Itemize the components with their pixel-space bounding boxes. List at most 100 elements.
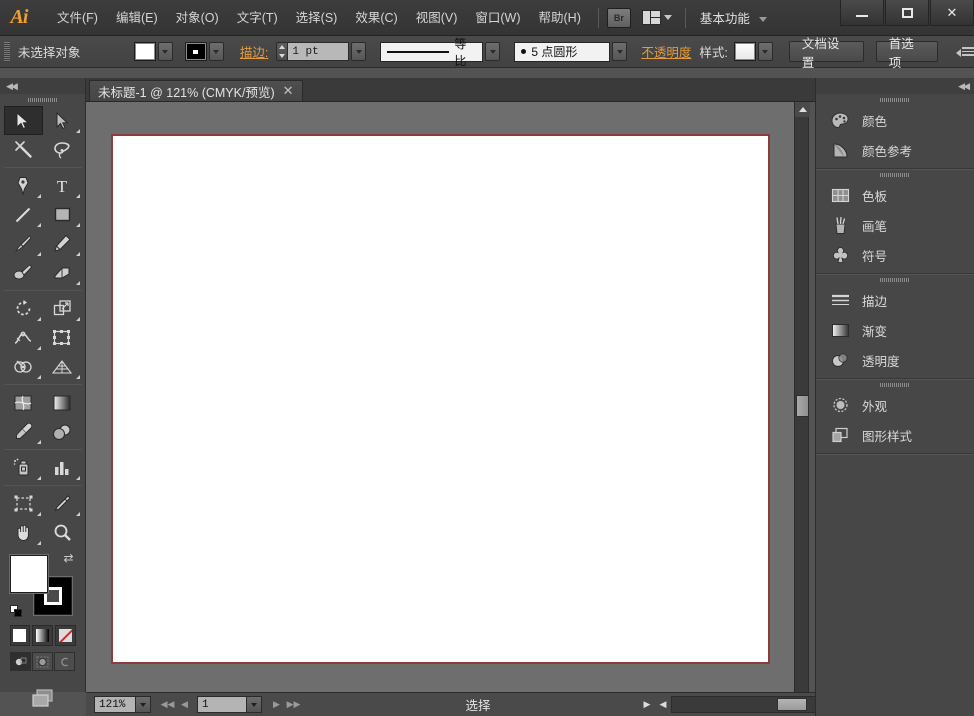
hand-tool[interactable] — [4, 518, 43, 547]
vertical-scroll-thumb[interactable] — [796, 395, 809, 417]
menu-window[interactable]: 窗口(W) — [466, 6, 529, 30]
document-tab[interactable]: 未标题-1 @ 121% (CMYK/预览) ✕ — [89, 80, 303, 101]
scroll-left-arrow[interactable]: ◀ — [655, 696, 671, 713]
paintbrush-tool[interactable] — [4, 229, 43, 258]
artboard-tool[interactable] — [4, 489, 43, 518]
opacity-label[interactable]: 不透明度 — [641, 42, 691, 61]
slice-tool[interactable] — [43, 489, 82, 518]
panel-item-stroke[interactable]: 描边 — [816, 285, 974, 315]
blend-tool[interactable] — [43, 417, 82, 446]
fill-dropdown-arrow[interactable] — [157, 42, 173, 61]
tools-collapse-button[interactable]: ◀◀ — [0, 78, 85, 94]
type-tool[interactable]: T — [43, 171, 82, 200]
menu-effect[interactable]: 效果(C) — [346, 6, 406, 30]
workspace-switcher[interactable]: 基本功能 — [700, 8, 767, 27]
pencil-tool[interactable] — [43, 229, 82, 258]
selection-tool[interactable] — [3, 106, 43, 135]
zoom-control[interactable]: 121% — [94, 696, 151, 713]
canvas-area[interactable] — [86, 102, 794, 692]
style-swatch[interactable] — [733, 42, 756, 61]
scroll-right-arrow[interactable]: ▶ — [639, 696, 655, 713]
controlbar-grip[interactable] — [4, 41, 10, 62]
zoom-dropdown-arrow[interactable] — [136, 696, 151, 713]
width-tool[interactable] — [4, 323, 43, 352]
eraser-tool[interactable] — [43, 258, 82, 287]
menu-type[interactable]: 文字(T) — [228, 6, 287, 30]
panel-item-transparency[interactable]: 透明度 — [816, 345, 974, 375]
brush-definition-field[interactable]: 5 点圆形 — [514, 41, 611, 62]
stroke-weight-control[interactable]: 1 pt — [276, 42, 367, 61]
controlbar-menu-icon[interactable] — [956, 44, 974, 60]
menu-view[interactable]: 视图(V) — [407, 6, 467, 30]
rectangle-tool[interactable] — [43, 200, 82, 229]
document-setup-button[interactable]: 文档设置 — [788, 37, 864, 70]
eyedropper-tool[interactable] — [4, 417, 43, 446]
scale-tool[interactable] — [43, 294, 82, 323]
menu-file[interactable]: 文件(F) — [48, 6, 107, 30]
zoom-tool[interactable] — [43, 518, 82, 547]
panel-item-color-guide[interactable]: 颜色参考 — [816, 135, 974, 165]
swap-fill-stroke-icon[interactable]: ⇄ — [64, 551, 78, 565]
brush-definition-dropdown-arrow[interactable] — [612, 42, 628, 61]
style-dropdown-arrow[interactable] — [757, 42, 773, 61]
arrange-documents-button[interactable] — [641, 8, 672, 28]
panel-collapse-button[interactable]: ◀◀ — [816, 78, 974, 94]
direct-selection-tool[interactable] — [43, 106, 82, 135]
column-graph-tool[interactable] — [43, 453, 82, 482]
fill-swatch[interactable] — [133, 42, 156, 61]
horizontal-scroll-thumb[interactable] — [777, 698, 807, 711]
panel-group-grip[interactable] — [816, 274, 974, 285]
brush-definition-control[interactable]: 5 点圆形 — [514, 41, 628, 62]
pen-tool[interactable] — [4, 171, 43, 200]
gradient-tool[interactable] — [43, 388, 82, 417]
page-dropdown-arrow[interactable] — [247, 696, 262, 713]
screen-mode-button[interactable] — [0, 685, 85, 711]
page-number-field[interactable]: 1 — [197, 696, 247, 713]
gradient-button[interactable] — [32, 625, 53, 646]
panel-item-appearance[interactable]: 外观 — [816, 390, 974, 420]
symbol-sprayer-tool[interactable] — [4, 453, 43, 482]
panel-item-color[interactable]: 颜色 — [816, 105, 974, 135]
panel-item-swatches[interactable]: 色板 — [816, 180, 974, 210]
maximize-button[interactable] — [885, 0, 929, 26]
magic-wand-tool[interactable] — [4, 135, 43, 164]
stroke-weight-label[interactable]: 描边: — [240, 42, 268, 61]
first-page-button[interactable]: ◀◀ — [159, 695, 176, 715]
shape-builder-tool[interactable] — [4, 352, 43, 381]
panel-group-grip[interactable] — [816, 169, 974, 180]
default-fill-stroke-icon[interactable] — [9, 605, 24, 619]
stroke-profile-dropdown-arrow[interactable] — [485, 42, 501, 61]
artboard[interactable] — [111, 134, 770, 664]
page-number-control[interactable]: 1 — [197, 696, 262, 713]
panel-item-symbols[interactable]: 符号 — [816, 240, 974, 270]
perspective-grid-tool[interactable] — [43, 352, 82, 381]
stroke-weight-stepper[interactable] — [276, 42, 288, 61]
panel-item-graphic-styles[interactable]: 图形样式 — [816, 420, 974, 450]
menu-edit[interactable]: 编辑(E) — [107, 6, 167, 30]
prev-page-button[interactable]: ◀ — [176, 695, 193, 715]
mesh-tool[interactable] — [4, 388, 43, 417]
minimize-button[interactable] — [840, 0, 884, 26]
panel-item-brushes[interactable]: 画笔 — [816, 210, 974, 240]
bridge-icon[interactable]: Br — [606, 7, 631, 28]
close-button[interactable]: ✕ — [930, 0, 974, 26]
zoom-level-field[interactable]: 121% — [94, 696, 136, 713]
stroke-swatch[interactable] — [184, 42, 207, 61]
fill-color-control[interactable] — [133, 42, 173, 61]
blob-brush-tool[interactable] — [4, 258, 43, 287]
preferences-button[interactable]: 首选项 — [875, 37, 939, 70]
draw-behind-button[interactable] — [31, 652, 54, 671]
stroke-weight-dropdown-arrow[interactable] — [351, 42, 367, 61]
line-segment-tool[interactable] — [4, 200, 43, 229]
menu-select[interactable]: 选择(S) — [287, 6, 347, 30]
next-page-button[interactable]: ▶ — [268, 695, 285, 715]
color-button[interactable] — [9, 625, 31, 646]
free-transform-tool[interactable] — [43, 323, 82, 352]
vertical-scrollbar[interactable] — [794, 102, 810, 692]
status-text[interactable]: 选择 — [302, 695, 654, 714]
stroke-weight-field[interactable]: 1 pt — [287, 42, 350, 61]
stroke-dropdown-arrow[interactable] — [208, 42, 224, 61]
graphic-style-control[interactable] — [733, 42, 773, 61]
panel-group-grip[interactable] — [816, 94, 974, 105]
last-page-button[interactable]: ▶▶ — [285, 695, 302, 715]
